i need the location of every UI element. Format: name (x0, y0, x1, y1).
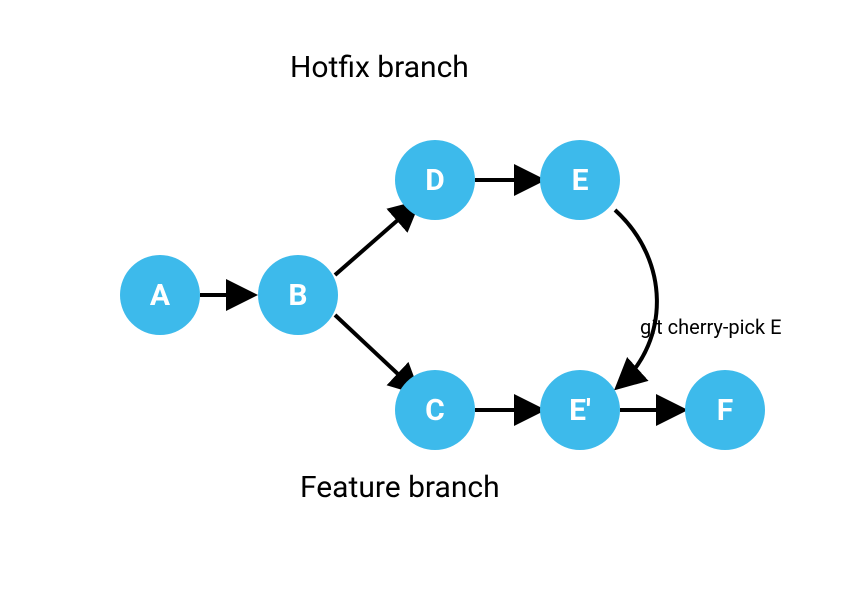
hotfix-branch-label: Hotfix branch (290, 50, 469, 85)
feature-branch-label: Feature branch (300, 470, 500, 505)
commit-node-eprime: E' (540, 370, 620, 450)
commit-node-c: C (395, 370, 475, 450)
edge-b-c (335, 315, 415, 390)
cherry-pick-label: git cherry-pick E (640, 315, 781, 339)
edge-b-d (335, 205, 415, 275)
edge-cherry-pick (615, 210, 657, 385)
commit-node-d: D (395, 140, 475, 220)
git-cherry-pick-diagram: Hotfix branch A B D E C E' F git cherry-… (0, 0, 861, 590)
commit-node-e: E (540, 140, 620, 220)
commit-node-a: A (120, 255, 200, 335)
commit-node-f: F (685, 370, 765, 450)
commit-node-b: B (258, 255, 338, 335)
